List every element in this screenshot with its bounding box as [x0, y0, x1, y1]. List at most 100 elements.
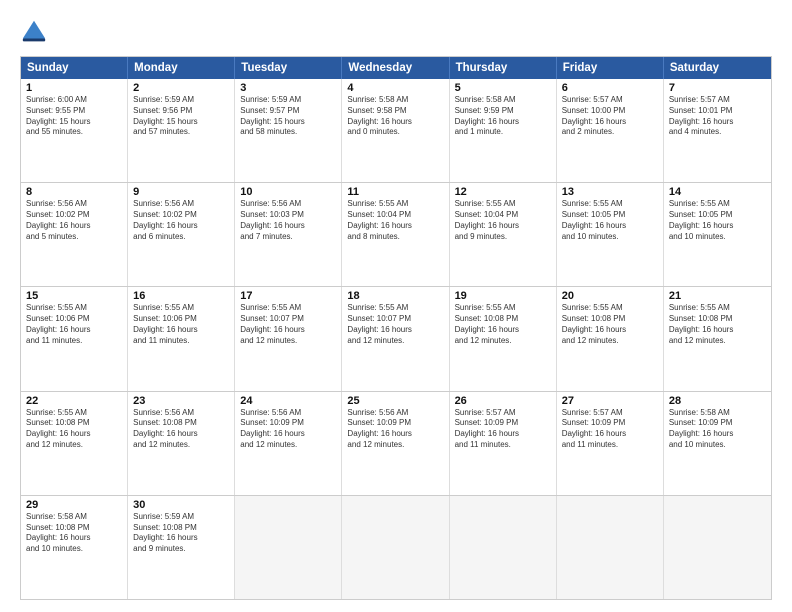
- cal-cell-6: 6Sunrise: 5:57 AMSunset: 10:00 PMDayligh…: [557, 79, 664, 182]
- calendar-row-3: 15Sunrise: 5:55 AMSunset: 10:06 PMDaylig…: [21, 286, 771, 390]
- day-number: 14: [669, 186, 766, 198]
- day-number: 16: [133, 290, 229, 302]
- day-info: Sunrise: 5:55 AMSunset: 10:08 PMDaylight…: [669, 303, 733, 344]
- cal-cell-r4-2: [235, 496, 342, 599]
- cal-cell-r2-1: 16Sunrise: 5:55 AMSunset: 10:06 PMDaylig…: [128, 287, 235, 390]
- day-number: 23: [133, 395, 229, 407]
- cal-cell-5: 5Sunrise: 5:58 AMSunset: 9:59 PMDaylight…: [450, 79, 557, 182]
- day-info: Sunrise: 5:55 AMSunset: 10:05 PMDaylight…: [562, 199, 626, 240]
- day-number: 30: [133, 499, 229, 511]
- day-info: Sunrise: 5:56 AMSunset: 10:03 PMDaylight…: [240, 199, 304, 240]
- weekday-header-friday: Friday: [557, 57, 664, 79]
- weekday-header-sunday: Sunday: [21, 57, 128, 79]
- cal-cell-r1-3: 11Sunrise: 5:55 AMSunset: 10:04 PMDaylig…: [342, 183, 449, 286]
- day-number: 8: [26, 186, 122, 198]
- cal-cell-r3-0: 22Sunrise: 5:55 AMSunset: 10:08 PMDaylig…: [21, 392, 128, 495]
- cal-cell-2: 2Sunrise: 5:59 AMSunset: 9:56 PMDaylight…: [128, 79, 235, 182]
- cal-cell-r3-6: 28Sunrise: 5:58 AMSunset: 10:09 PMDaylig…: [664, 392, 771, 495]
- calendar-row-4: 22Sunrise: 5:55 AMSunset: 10:08 PMDaylig…: [21, 391, 771, 495]
- day-number: 2: [133, 82, 229, 94]
- calendar-row-2: 8Sunrise: 5:56 AMSunset: 10:02 PMDayligh…: [21, 182, 771, 286]
- day-number: 29: [26, 499, 122, 511]
- day-info: Sunrise: 5:55 AMSunset: 10:04 PMDaylight…: [455, 199, 519, 240]
- cal-cell-r2-6: 21Sunrise: 5:55 AMSunset: 10:08 PMDaylig…: [664, 287, 771, 390]
- cal-cell-r4-6: [664, 496, 771, 599]
- day-number: 15: [26, 290, 122, 302]
- day-info: Sunrise: 5:55 AMSunset: 10:08 PMDaylight…: [455, 303, 519, 344]
- cal-cell-r1-5: 13Sunrise: 5:55 AMSunset: 10:05 PMDaylig…: [557, 183, 664, 286]
- day-number: 9: [133, 186, 229, 198]
- cal-cell-r3-1: 23Sunrise: 5:56 AMSunset: 10:08 PMDaylig…: [128, 392, 235, 495]
- day-info: Sunrise: 5:59 AMSunset: 9:56 PMDaylight:…: [133, 95, 197, 136]
- day-info: Sunrise: 5:55 AMSunset: 10:08 PMDaylight…: [26, 408, 90, 449]
- cal-cell-1: 1Sunrise: 6:00 AMSunset: 9:55 PMDaylight…: [21, 79, 128, 182]
- cal-cell-4: 4Sunrise: 5:58 AMSunset: 9:58 PMDaylight…: [342, 79, 449, 182]
- day-info: Sunrise: 5:56 AMSunset: 10:02 PMDaylight…: [26, 199, 90, 240]
- calendar-row-5: 29Sunrise: 5:58 AMSunset: 10:08 PMDaylig…: [21, 495, 771, 599]
- cal-cell-r3-5: 27Sunrise: 5:57 AMSunset: 10:09 PMDaylig…: [557, 392, 664, 495]
- day-info: Sunrise: 5:56 AMSunset: 10:09 PMDaylight…: [347, 408, 411, 449]
- cal-cell-r1-1: 9Sunrise: 5:56 AMSunset: 10:02 PMDayligh…: [128, 183, 235, 286]
- weekday-header-wednesday: Wednesday: [342, 57, 449, 79]
- cal-cell-7: 7Sunrise: 5:57 AMSunset: 10:01 PMDayligh…: [664, 79, 771, 182]
- day-info: Sunrise: 5:58 AMSunset: 9:59 PMDaylight:…: [455, 95, 519, 136]
- day-number: 13: [562, 186, 658, 198]
- cal-cell-r3-2: 24Sunrise: 5:56 AMSunset: 10:09 PMDaylig…: [235, 392, 342, 495]
- cal-cell-r4-4: [450, 496, 557, 599]
- day-info: Sunrise: 5:55 AMSunset: 10:08 PMDaylight…: [562, 303, 626, 344]
- cal-cell-r1-2: 10Sunrise: 5:56 AMSunset: 10:03 PMDaylig…: [235, 183, 342, 286]
- cal-cell-r4-3: [342, 496, 449, 599]
- weekday-header-monday: Monday: [128, 57, 235, 79]
- day-number: 24: [240, 395, 336, 407]
- day-number: 25: [347, 395, 443, 407]
- day-number: 19: [455, 290, 551, 302]
- day-number: 22: [26, 395, 122, 407]
- day-info: Sunrise: 5:56 AMSunset: 10:09 PMDaylight…: [240, 408, 304, 449]
- day-info: Sunrise: 5:56 AMSunset: 10:08 PMDaylight…: [133, 408, 197, 449]
- weekday-header-tuesday: Tuesday: [235, 57, 342, 79]
- day-info: Sunrise: 5:57 AMSunset: 10:01 PMDaylight…: [669, 95, 733, 136]
- logo: [20, 18, 52, 46]
- day-number: 20: [562, 290, 658, 302]
- day-info: Sunrise: 5:59 AMSunset: 10:08 PMDaylight…: [133, 512, 197, 553]
- day-number: 4: [347, 82, 443, 94]
- header: [20, 18, 772, 46]
- day-info: Sunrise: 5:57 AMSunset: 10:09 PMDaylight…: [455, 408, 519, 449]
- day-info: Sunrise: 5:59 AMSunset: 9:57 PMDaylight:…: [240, 95, 304, 136]
- cal-cell-r2-5: 20Sunrise: 5:55 AMSunset: 10:08 PMDaylig…: [557, 287, 664, 390]
- cal-cell-r3-3: 25Sunrise: 5:56 AMSunset: 10:09 PMDaylig…: [342, 392, 449, 495]
- weekday-header-thursday: Thursday: [450, 57, 557, 79]
- day-info: Sunrise: 5:55 AMSunset: 10:07 PMDaylight…: [347, 303, 411, 344]
- cal-cell-r3-4: 26Sunrise: 5:57 AMSunset: 10:09 PMDaylig…: [450, 392, 557, 495]
- calendar-header: SundayMondayTuesdayWednesdayThursdayFrid…: [21, 57, 771, 79]
- day-number: 27: [562, 395, 658, 407]
- day-number: 7: [669, 82, 766, 94]
- cal-cell-r4-0: 29Sunrise: 5:58 AMSunset: 10:08 PMDaylig…: [21, 496, 128, 599]
- day-number: 1: [26, 82, 122, 94]
- cal-cell-r2-4: 19Sunrise: 5:55 AMSunset: 10:08 PMDaylig…: [450, 287, 557, 390]
- day-number: 3: [240, 82, 336, 94]
- cal-cell-r1-4: 12Sunrise: 5:55 AMSunset: 10:04 PMDaylig…: [450, 183, 557, 286]
- day-number: 11: [347, 186, 443, 198]
- day-number: 10: [240, 186, 336, 198]
- day-info: Sunrise: 5:55 AMSunset: 10:05 PMDaylight…: [669, 199, 733, 240]
- day-info: Sunrise: 5:58 AMSunset: 9:58 PMDaylight:…: [347, 95, 411, 136]
- day-number: 12: [455, 186, 551, 198]
- day-info: Sunrise: 6:00 AMSunset: 9:55 PMDaylight:…: [26, 95, 90, 136]
- day-number: 6: [562, 82, 658, 94]
- cal-cell-r2-0: 15Sunrise: 5:55 AMSunset: 10:06 PMDaylig…: [21, 287, 128, 390]
- day-number: 17: [240, 290, 336, 302]
- day-number: 21: [669, 290, 766, 302]
- day-info: Sunrise: 5:57 AMSunset: 10:00 PMDaylight…: [562, 95, 626, 136]
- day-info: Sunrise: 5:55 AMSunset: 10:04 PMDaylight…: [347, 199, 411, 240]
- day-number: 28: [669, 395, 766, 407]
- cal-cell-r1-6: 14Sunrise: 5:55 AMSunset: 10:05 PMDaylig…: [664, 183, 771, 286]
- cal-cell-r2-2: 17Sunrise: 5:55 AMSunset: 10:07 PMDaylig…: [235, 287, 342, 390]
- cal-cell-r4-1: 30Sunrise: 5:59 AMSunset: 10:08 PMDaylig…: [128, 496, 235, 599]
- day-info: Sunrise: 5:56 AMSunset: 10:02 PMDaylight…: [133, 199, 197, 240]
- calendar-row-1: 1Sunrise: 6:00 AMSunset: 9:55 PMDaylight…: [21, 79, 771, 182]
- page: SundayMondayTuesdayWednesdayThursdayFrid…: [0, 0, 792, 612]
- cal-cell-3: 3Sunrise: 5:59 AMSunset: 9:57 PMDaylight…: [235, 79, 342, 182]
- day-info: Sunrise: 5:55 AMSunset: 10:07 PMDaylight…: [240, 303, 304, 344]
- day-info: Sunrise: 5:55 AMSunset: 10:06 PMDaylight…: [26, 303, 90, 344]
